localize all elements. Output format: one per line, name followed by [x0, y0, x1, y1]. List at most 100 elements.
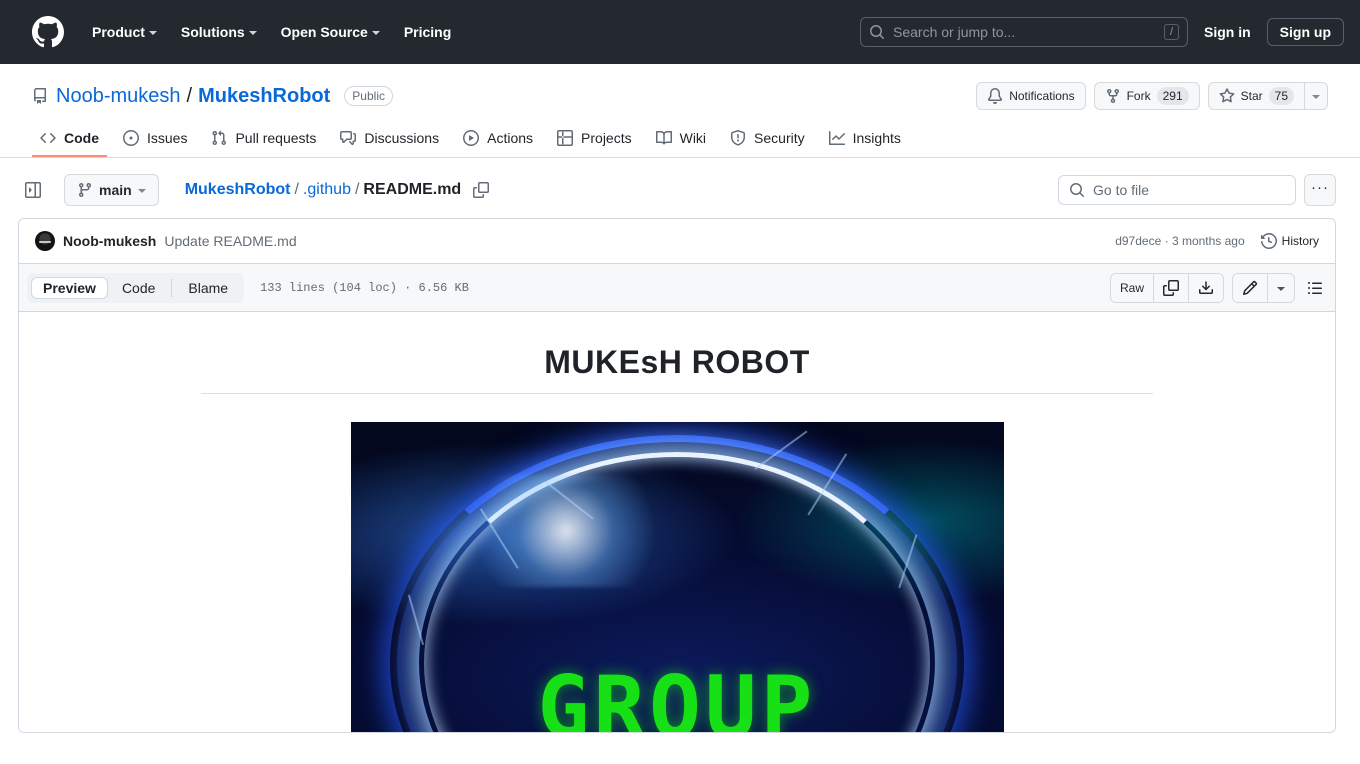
global-nav-label: Pricing: [403, 24, 452, 40]
tab-pull-requests[interactable]: Pull requests: [203, 122, 324, 157]
list-unordered-icon: [1308, 281, 1322, 294]
repository-header: Noob-mukesh / MukeshRobot Public Notific…: [0, 64, 1360, 158]
breadcrumb-directory[interactable]: .github: [303, 181, 351, 199]
tab-preview[interactable]: Preview: [31, 276, 108, 299]
repo-separator: /: [186, 84, 193, 107]
commit-author[interactable]: Noob-mukesh: [63, 233, 156, 249]
readme-content: MUKEsH ROBOT GROUP: [19, 312, 1335, 732]
tab-label: Insights: [852, 130, 901, 146]
tab-issues[interactable]: Issues: [115, 122, 195, 157]
star-dropdown-button[interactable]: [1305, 82, 1328, 110]
readme-heading: MUKEsH ROBOT: [201, 344, 1153, 394]
chevron-down-icon: [1277, 286, 1285, 291]
global-nav-label: Product: [92, 24, 145, 40]
star-icon: [1219, 88, 1235, 103]
copy-raw-button[interactable]: [1154, 273, 1189, 302]
search-shortcut-badge: /: [1163, 24, 1179, 40]
chevron-down-icon: [248, 31, 257, 35]
global-nav-item-product[interactable]: Product: [80, 16, 169, 48]
github-mark-icon[interactable]: [32, 16, 64, 48]
more-options-button[interactable]: ···: [1304, 174, 1336, 206]
global-header-right: Search or jump to... / Sign in Sign up: [860, 17, 1344, 47]
tab-actions[interactable]: Actions: [455, 122, 541, 157]
commit-meta-group: d97dece · 3 months ago History: [1115, 233, 1319, 249]
go-to-file-input[interactable]: Go to file: [1058, 175, 1296, 205]
fork-icon: [1106, 89, 1119, 104]
edit-button[interactable]: [1233, 273, 1268, 302]
tab-insights[interactable]: Insights: [821, 122, 909, 157]
tab-code[interactable]: Code: [32, 122, 107, 157]
global-nav-label: Open Source: [280, 24, 368, 40]
chevron-down-icon: [137, 189, 146, 193]
table-icon: [557, 130, 574, 146]
git-pull-request-icon: [212, 130, 227, 146]
fork-button[interactable]: Fork 291: [1093, 82, 1200, 110]
commit-message[interactable]: Update README.md: [164, 233, 296, 249]
raw-actions-group: Raw: [1109, 272, 1224, 303]
tab-wiki[interactable]: Wiki: [648, 122, 714, 157]
commit-dot: ·: [1164, 234, 1169, 248]
fork-label: Fork: [1126, 89, 1151, 103]
file-view-toolbar: Preview Code Blame 133 lines (104 loc) ·…: [19, 264, 1335, 312]
tab-discussions[interactable]: Discussions: [332, 122, 447, 157]
git-branch-icon: [78, 183, 91, 198]
tab-security[interactable]: Security: [722, 122, 813, 157]
repo-icon: [34, 88, 46, 104]
breadcrumb: MukeshRobot / .github / README.md: [185, 181, 490, 199]
global-nav: Product Solutions Open Source Pricing: [80, 16, 463, 48]
global-nav-item-pricing[interactable]: Pricing: [392, 16, 463, 48]
global-nav-item-solutions[interactable]: Solutions: [169, 16, 269, 48]
copy-glyph: [473, 182, 490, 198]
repository-title-row: Noob-mukesh / MukeshRobot Public Notific…: [32, 80, 1328, 112]
star-button[interactable]: Star 75: [1207, 82, 1305, 110]
commit-sha[interactable]: d97dece: [1115, 234, 1161, 248]
repo-owner-link[interactable]: Noob-mukesh: [56, 85, 181, 108]
copy-path-icon[interactable]: [473, 182, 490, 198]
download-button[interactable]: [1189, 273, 1223, 302]
tab-blame[interactable]: Blame: [176, 277, 240, 299]
search-input[interactable]: Search or jump to... /: [860, 17, 1188, 47]
avatar[interactable]: [35, 231, 55, 251]
shield-icon: [731, 130, 746, 146]
bell-icon: [988, 88, 1003, 104]
star-label: Star: [1240, 89, 1263, 103]
sidebar-expand-icon[interactable]: [18, 175, 48, 205]
banner-text: GROUP: [537, 658, 817, 733]
tab-code-view[interactable]: Code: [110, 277, 167, 299]
breadcrumb-repo[interactable]: MukeshRobot: [185, 181, 291, 199]
notifications-button[interactable]: Notifications: [976, 82, 1086, 110]
outline-button[interactable]: [1303, 280, 1327, 296]
commit-time: 3 months ago: [1171, 234, 1245, 248]
tab-projects[interactable]: Projects: [549, 122, 640, 157]
latest-commit-row: Noob-mukesh Update README.md d97dece · 3…: [19, 219, 1335, 264]
comment-discussion-icon: [340, 131, 357, 145]
copy-icon: [1163, 279, 1179, 296]
readme-banner-wrap: GROUP: [51, 422, 1303, 733]
sign-in-link[interactable]: Sign in: [1188, 18, 1267, 46]
chevron-down-icon: [371, 31, 380, 35]
breadcrumb-separator: /: [354, 181, 360, 198]
file-view-tabs: Preview Code Blame: [27, 272, 245, 303]
tab-label: Code: [64, 130, 99, 146]
history-link[interactable]: History: [1260, 233, 1319, 249]
file-toolbar-right: Raw: [1109, 272, 1327, 303]
go-to-file-placeholder: Go to file: [1093, 182, 1150, 198]
repository-tabs: Code Issues Pull requests Discussions Ac…: [32, 122, 1328, 157]
issue-opened-icon: [123, 130, 139, 146]
branch-name: main: [99, 182, 132, 198]
file-card: Noob-mukesh Update README.md d97dece · 3…: [18, 218, 1336, 733]
edit-dropdown-button[interactable]: [1268, 273, 1294, 302]
file-stats: 133 lines (104 loc) · 6.56 KB: [260, 280, 469, 295]
tab-label: Wiki: [679, 130, 707, 146]
branch-selector-button[interactable]: main: [64, 174, 159, 206]
sign-up-button[interactable]: Sign up: [1266, 18, 1344, 46]
repo-name-link[interactable]: MukeshRobot: [198, 85, 330, 108]
fork-count: 291: [1156, 87, 1189, 105]
raw-button[interactable]: Raw: [1110, 273, 1154, 302]
star-count: 75: [1268, 87, 1294, 105]
page-title: Noob-mukesh / MukeshRobot Public: [56, 85, 393, 108]
chevron-down-icon: [1312, 95, 1320, 99]
global-nav-item-open-source[interactable]: Open Source: [269, 16, 392, 48]
graph-icon: [828, 131, 845, 145]
star-button-group: Star 75: [1207, 82, 1328, 110]
